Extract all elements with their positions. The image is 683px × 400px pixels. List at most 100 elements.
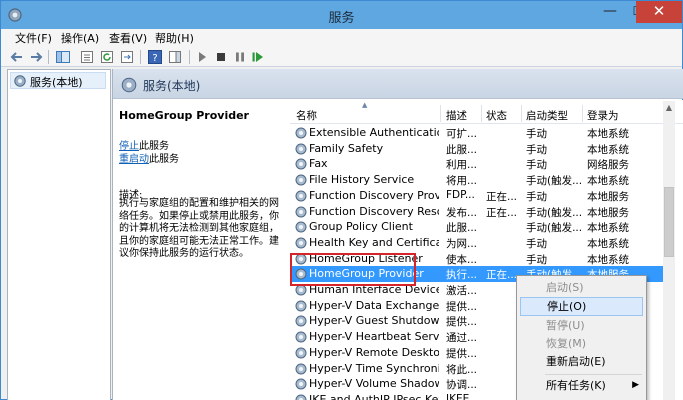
service-startup-type: 手动 [526,128,547,140]
service-description: 此服... [446,143,478,156]
scrollbar-thumb[interactable] [664,187,674,257]
services-gear-icon [14,75,26,87]
column-divider[interactable] [440,105,441,122]
description-text: 执行与家庭组的配置和维护相关的网络任务。如果停止或禁用此服务，你的计算机将无法检… [119,198,279,260]
title-bar[interactable]: 服务 — ☐ ✕ [1,1,682,29]
column-header-status[interactable]: 状态 [486,108,507,123]
service-name: Hyper-V Volume Shadow... [309,377,439,391]
scroll-up-arrow-icon[interactable]: ▲ [663,101,675,115]
vertical-scrollbar[interactable]: ▲ [663,101,675,400]
service-log-on-as: 本地系统 [587,128,629,140]
service-description: 利用... [446,159,478,172]
tree-item-services-local[interactable]: 服务(本地) [10,72,106,89]
help-icon[interactable]: ? [147,49,163,65]
table-row[interactable]: File History Service 将用... 手动(触发... 本地系统 [290,172,665,188]
service-description: 通过... [446,332,478,345]
service-gear-icon [295,378,307,390]
table-row[interactable]: Function Discovery Provi... FDP... 正在... 手动… [290,188,665,204]
service-status: 正在... [486,206,518,219]
service-name: Family Safety [309,141,384,155]
services-window: 服务 — ☐ ✕ 文件(F) 操作(A) 查看(V) 帮助(H) ? 服务(本地… [0,0,683,400]
restart-service-line: 重启动此服务 [119,150,179,165]
back-arrow-icon[interactable] [9,49,25,65]
menu-view[interactable]: 查看(V) [109,30,147,47]
menu-item-restart[interactable]: 重新启动(E) [520,352,643,371]
table-row[interactable]: Extensible Authentication... 可扩... 手动 本地系统 [290,125,665,141]
service-startup-type: 手动 [526,190,547,203]
service-gear-icon [295,190,307,202]
table-row[interactable]: Health Key and Certificat... 为网... 手动 本地系统 [290,235,665,251]
menu-help[interactable]: 帮助(H) [155,30,194,47]
service-gear-icon [295,331,307,343]
menu-item-resume[interactable]: 恢复(M) [520,334,643,353]
service-log-on-as: 本地系统 [587,143,629,156]
service-description: 提供... [446,300,478,313]
close-button[interactable]: ✕ [636,1,682,23]
service-log-on-as: 本地系统 [587,222,629,235]
service-name: Extensible Authentication... [309,126,439,139]
restart-service-icon[interactable] [250,49,266,65]
service-name: Health Key and Certificat... [309,235,439,249]
content-header: 服务(本地) [113,69,683,99]
window-title: 服务 [328,11,355,26]
stop-service-icon[interactable] [213,49,229,65]
service-startup-type: 手动 [526,143,547,156]
column-header-log-on-as[interactable]: 登录为 [587,108,619,123]
menu-item-pause[interactable]: 暂停(U) [520,316,643,335]
service-description: 可扩... [446,128,478,140]
menu-separator [545,374,642,375]
column-header-startup-type[interactable]: 启动类型 [526,108,568,123]
properties-list-icon[interactable] [79,49,95,65]
service-description: 将用... [446,175,478,188]
minimize-button[interactable]: — [596,1,624,23]
service-startup-type: 手动(触发... [526,222,583,235]
service-gear-icon [295,143,307,155]
service-log-on-as: 本地服务 [587,190,629,203]
service-log-on-as: 本地系统 [587,237,629,250]
service-log-on-as: 本地系统 [587,175,629,188]
selected-service-name: HomeGroup Provider [119,109,249,122]
column-header-description[interactable]: 描述 [446,108,467,123]
column-divider[interactable] [481,105,482,122]
toolbar-separator [140,50,141,64]
menu-file[interactable]: 文件(F) [15,30,52,47]
service-name: IKE and AuthIP IPsec Key... [309,392,439,400]
column-divider[interactable] [582,105,583,122]
menu-action[interactable]: 操作(A) [61,30,99,47]
submenu-arrow-icon: ▶ [632,380,639,390]
list-header: ▲ 名称 描述 状态 启动类型 登录为 [290,100,683,124]
service-description: 协调... [446,379,478,392]
service-name: Function Discovery Provi... [309,188,439,202]
service-description: 提供... [446,347,478,360]
show-hide-pane-icon[interactable] [167,49,183,65]
forward-arrow-icon[interactable] [28,49,44,65]
service-gear-icon [295,300,307,312]
all-tasks-label: 所有任务(K) [546,379,606,392]
column-header-name[interactable]: 名称 [296,108,317,123]
table-row[interactable]: Family Safety 此服... 手动 本地系统 [290,141,665,157]
service-log-on-as: 本地系统 [587,253,629,266]
pause-service-icon[interactable] [232,49,248,65]
console-tree-icon[interactable] [55,49,71,65]
service-gear-icon [295,347,307,359]
menu-item-all-tasks[interactable]: 所有任务(K) ▶ [520,376,643,395]
service-startup-type: 手动 [526,159,547,172]
service-name: Fax [309,157,328,171]
highlight-annotation-box [290,253,416,286]
table-row[interactable]: Group Policy Client 此服... 手动(触发... 本地系统 [290,219,665,235]
export-list-icon[interactable] [119,49,135,65]
table-row[interactable]: Fax 利用... 手动 网络服务 [290,156,665,172]
refresh-icon[interactable] [99,49,115,65]
description-pane: HomeGroup Provider 停止此服务 重启动此服务 描述: 执行与家… [113,100,288,400]
service-name: Hyper-V Remote Deskto... [309,345,439,359]
column-divider[interactable] [521,105,522,122]
service-description: 此服... [446,222,478,235]
service-description: 执行... [446,269,478,282]
service-name: Hyper-V Heartbeat Service [309,330,439,344]
menu-item-start[interactable]: 启动(S) [520,278,643,297]
menu-item-stop[interactable]: 停止(O) [520,297,643,316]
table-row[interactable]: Function Discovery Reso... 发布... 正在... 手动(触… [290,204,665,220]
service-name: File History Service [309,173,415,187]
restart-service-link[interactable]: 重启动 [119,154,149,165]
start-service-icon[interactable] [194,49,210,65]
